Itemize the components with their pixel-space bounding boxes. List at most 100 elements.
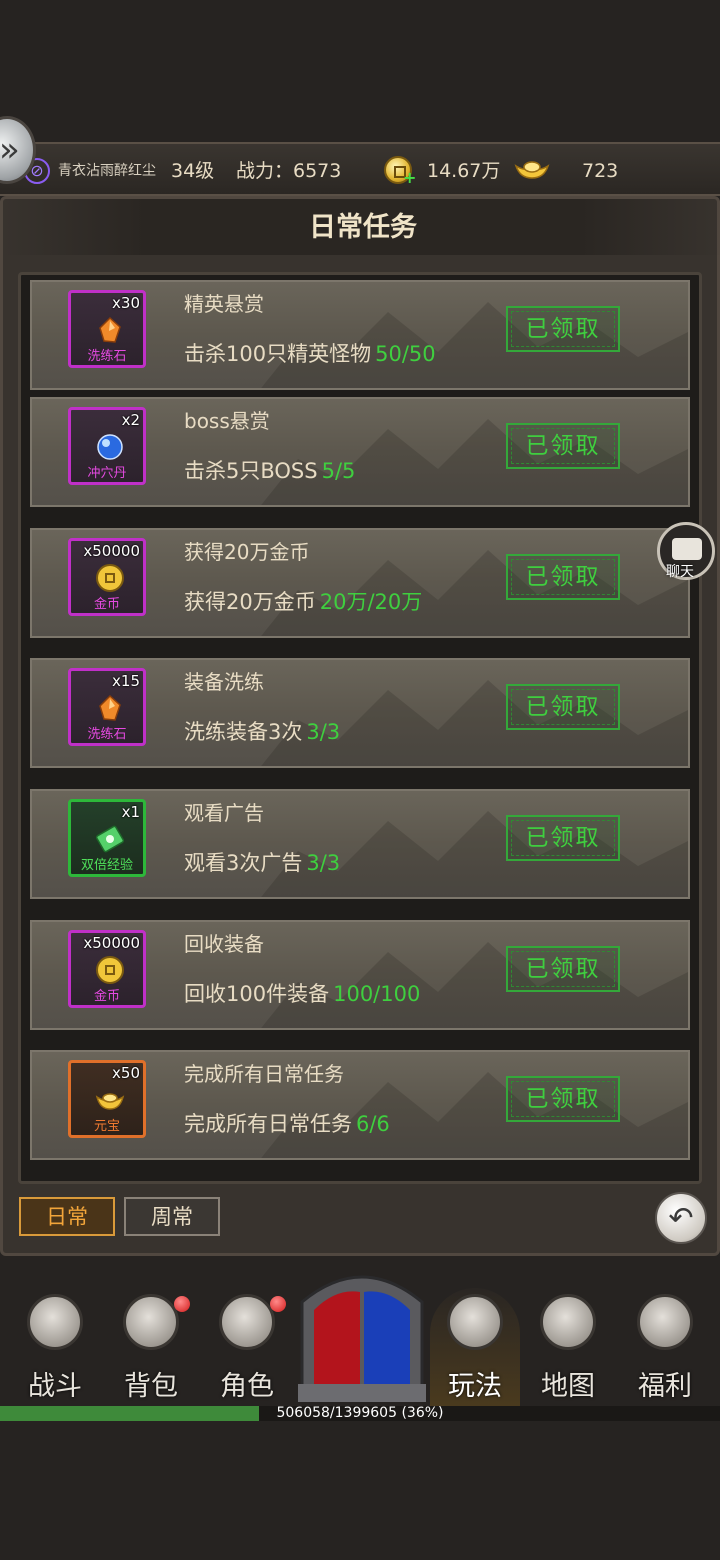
gold-amount: 14.67万 — [427, 160, 501, 182]
task-desc-text: 回收100件装备 — [184, 982, 330, 1006]
task-desc-text: 洗练装备3次 — [184, 720, 303, 744]
player-level: 34级 — [171, 160, 215, 182]
combat-power: 战力：6573 — [236, 160, 342, 182]
portal-gate-icon[interactable] — [296, 1262, 428, 1402]
panel-title: 日常任务 — [3, 199, 720, 255]
exp-bar: 506058/1399605 (36%) — [0, 1406, 720, 1421]
nav-item-map[interactable]: 地图 — [523, 1288, 613, 1406]
task-title: 完成所有日常任务 — [184, 1062, 344, 1086]
task-title: 获得20万金币 — [184, 540, 310, 564]
nav-label: 玩法 — [448, 1371, 502, 1402]
map-icon — [540, 1294, 596, 1350]
reward-item[interactable]: x50000 金币 — [68, 930, 146, 1008]
chest-icon — [637, 1294, 693, 1350]
coin-icon — [96, 564, 124, 592]
task-desc-text: 观看3次广告 — [184, 851, 303, 875]
reward-quantity: x15 — [112, 672, 140, 690]
reward-item[interactable]: x1 双倍经验 — [68, 799, 146, 877]
ingot-icon — [514, 161, 550, 179]
nav-item-bag[interactable]: 背包 — [106, 1288, 196, 1406]
reward-quantity: x2 — [121, 411, 140, 429]
reward-quantity: x50000 — [83, 542, 140, 560]
back-button[interactable]: ↶ — [655, 1192, 707, 1244]
claimed-button[interactable]: 已领取 — [506, 815, 620, 861]
tab-daily[interactable]: 日常 — [19, 1197, 115, 1236]
nav-item-character[interactable]: 角色 — [202, 1288, 292, 1406]
coin-icon — [96, 956, 124, 984]
claimed-button[interactable]: 已领取 — [506, 423, 620, 469]
reward-name: 金币 — [93, 989, 120, 1004]
notification-dot — [270, 1296, 286, 1312]
reward-quantity: x30 — [112, 294, 140, 312]
task-progress: 100/100 — [333, 982, 421, 1006]
task-progress: 3/3 — [306, 851, 341, 875]
backpack-icon — [123, 1294, 179, 1350]
task-row: x50000 金币 获得20万金币 获得20万金币 20万/20万 已领取 — [30, 528, 690, 638]
reward-name: 洗练石 — [87, 727, 127, 742]
task-desc-text: 获得20万金币 — [184, 590, 316, 614]
back-arrow-icon: ↶ — [668, 1201, 694, 1236]
nav-label: 战斗 — [28, 1371, 82, 1402]
task-description: 击杀5只BOSS 5/5 — [184, 455, 355, 485]
claimed-button[interactable]: 已领取 — [506, 946, 620, 992]
crossed-swords-icon — [27, 1294, 83, 1350]
task-progress: 3/3 — [306, 720, 341, 744]
blue-orb-icon — [97, 434, 123, 460]
task-description: 洗练装备3次 3/3 — [184, 716, 340, 746]
claimed-button[interactable]: 已领取 — [506, 554, 620, 600]
task-title: boss悬赏 — [184, 409, 270, 433]
ingot-icon — [95, 1093, 125, 1110]
task-row: x2 冲穴丹 boss悬赏击杀5只BOSS 5/5 已领取 — [30, 397, 690, 507]
orange-stone-icon — [99, 694, 121, 721]
task-row: x50000 金币 回收装备回收100件装备 100/100 已领取 — [30, 920, 690, 1030]
ingot-amount: 723 — [582, 160, 619, 182]
chat-button[interactable]: 聊天 — [657, 522, 715, 580]
claimed-button[interactable]: 已领取 — [506, 1076, 620, 1122]
nav-item-welfare[interactable]: 福利 — [620, 1288, 710, 1406]
task-progress: 5/5 — [321, 459, 356, 483]
sword-icon — [447, 1294, 503, 1350]
task-progress: 50/50 — [375, 342, 436, 366]
player-status-bar: ⊘ 青衣沾雨醉红尘 34级 战力：6573 + 14.67万 723 — [0, 142, 720, 196]
exp-text: 506058/1399605 (36%) — [276, 1405, 444, 1421]
reward-item[interactable]: x30 洗练石 — [68, 290, 146, 368]
task-description: 观看3次广告 3/3 — [184, 847, 340, 877]
task-desc-text: 击杀100只精英怪物 — [184, 342, 372, 366]
notification-dot — [174, 1296, 190, 1312]
reward-name: 冲穴丹 — [87, 466, 127, 481]
reward-item[interactable]: x15 洗练石 — [68, 668, 146, 746]
reward-quantity: x50 — [112, 1064, 140, 1082]
task-title: 观看广告 — [184, 801, 264, 825]
task-title: 精英悬赏 — [184, 292, 264, 316]
chat-label: 聊天 — [666, 564, 694, 580]
reward-item[interactable]: x50000 金币 — [68, 538, 146, 616]
task-description: 击杀100只精英怪物 50/50 — [184, 338, 436, 368]
task-description: 获得20万金币 20万/20万 — [184, 586, 422, 616]
add-gold-icon[interactable]: + — [403, 170, 416, 186]
helmet-icon — [219, 1294, 275, 1350]
nav-label: 地图 — [541, 1371, 595, 1402]
exp-scroll-icon — [95, 825, 125, 853]
task-description: 回收100件装备 100/100 — [184, 978, 420, 1008]
nav-item-battle[interactable]: 战斗 — [10, 1288, 100, 1406]
task-title: 回收装备 — [184, 932, 264, 956]
player-name: 青衣沾雨醉红尘 — [58, 163, 156, 179]
task-row: x1 双倍经验 观看广告观看3次广告 3/3 已领取 — [30, 789, 690, 899]
nav-item-gameplay[interactable]: 玩法 — [430, 1288, 520, 1406]
tab-weekly[interactable]: 周常 — [124, 1197, 220, 1236]
reward-name: 双倍经验 — [80, 858, 133, 873]
reward-item[interactable]: x2 冲穴丹 — [68, 407, 146, 485]
reward-quantity: x50000 — [83, 934, 140, 952]
task-progress: 20万/20万 — [319, 590, 423, 614]
reward-name: 元宝 — [93, 1119, 120, 1134]
reward-item[interactable]: x50 元宝 — [68, 1060, 146, 1138]
task-row: x30 洗练石 精英悬赏击杀100只精英怪物 50/50 已领取 — [30, 280, 690, 390]
task-progress: 6/6 — [356, 1112, 390, 1136]
reward-quantity: x1 — [121, 803, 140, 821]
task-description: 完成所有日常任务 6/6 — [184, 1108, 390, 1138]
orange-stone-icon — [99, 316, 121, 343]
chevron-right-icon: » — [0, 130, 20, 170]
bottom-nav: 战斗 背包 角色 玩法 地图 福利 — [0, 1262, 720, 1406]
claimed-button[interactable]: 已领取 — [506, 684, 620, 730]
claimed-button[interactable]: 已领取 — [506, 306, 620, 352]
